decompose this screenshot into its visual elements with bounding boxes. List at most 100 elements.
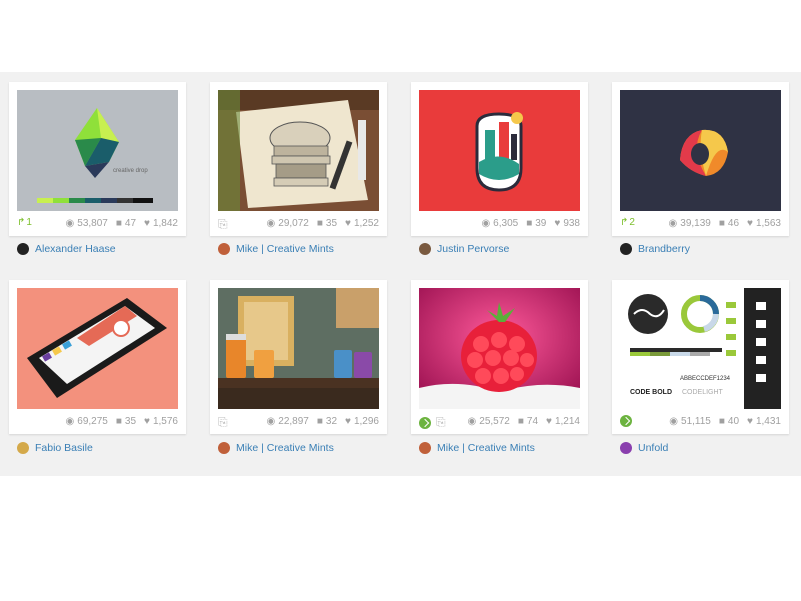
comment-icon: ■ xyxy=(316,416,323,427)
shot-author[interactable]: Justin Pervorse xyxy=(419,243,509,255)
avatar xyxy=(218,442,230,454)
rebound-icon[interactable] xyxy=(419,416,431,429)
link-icon[interactable]: ⎘ xyxy=(218,217,228,232)
comments-stat[interactable]: ■ 74 xyxy=(518,416,538,427)
svg-text:creative drop: creative drop xyxy=(113,168,148,174)
shot-meta: ⎘ ◉ 22,897 ■ 32 ♥ 1,296 xyxy=(210,410,387,434)
shot-author[interactable]: Fabio Basile xyxy=(17,442,93,454)
shot-meta: ⎘ ◉ 29,072 ■ 35 ♥ 1,252 xyxy=(210,212,387,236)
shot-author[interactable]: Unfold xyxy=(620,442,668,454)
raspberry-illustration xyxy=(419,288,580,409)
eye-icon: ◉ xyxy=(266,416,276,427)
shot-card[interactable]: ◉ 6,305 ■ 39 ♥ 938 xyxy=(411,82,588,236)
shot-card[interactable]: ↱ 2 ◉ 39,139 ■ 46 ♥ 1,563 xyxy=(612,82,789,236)
style-guide-illustration: ABBECCDEF1234 CODE BOLD CODELIGHT xyxy=(620,288,781,409)
shot-card[interactable]: ◉ 69,275 ■ 35 ♥ 1,576 xyxy=(9,280,186,434)
views-stat: ◉ 6,305 xyxy=(481,218,519,229)
shot-meta: ◉ 69,275 ■ 35 ♥ 1,576 xyxy=(9,410,186,434)
heart-icon: ♥ xyxy=(554,218,561,229)
avatar xyxy=(419,442,431,454)
avatar xyxy=(620,442,632,454)
rebound-icon[interactable] xyxy=(620,415,632,427)
avatar xyxy=(17,442,29,454)
likes-stat[interactable]: ♥ 1,431 xyxy=(747,416,781,427)
likes-stat[interactable]: ♥ 938 xyxy=(554,218,580,229)
heart-icon: ♥ xyxy=(345,416,351,427)
creative-drop-illustration: creative drop xyxy=(17,90,178,211)
shot-author[interactable]: Brandberry xyxy=(620,243,690,255)
avatar xyxy=(17,243,29,255)
comment-icon: ■ xyxy=(718,416,725,427)
shot-card[interactable]: ABBECCDEF1234 CODE BOLD CODELIGHT ◉ 51,11… xyxy=(612,280,789,434)
shot-meta: ◉ 6,305 ■ 39 ♥ 938 xyxy=(411,212,588,236)
svg-text:CODE BOLD: CODE BOLD xyxy=(630,389,672,396)
avatar xyxy=(620,243,632,255)
views-stat: ◉ 29,072 xyxy=(266,218,309,229)
shot-author[interactable]: Mike | Creative Mints xyxy=(218,243,334,255)
comments-stat[interactable]: ■ 39 xyxy=(526,218,546,229)
shot-card[interactable]: ⎘ ◉ 22,897 ■ 32 ♥ 1,296 xyxy=(210,280,387,434)
eye-icon: ◉ xyxy=(65,218,75,229)
rebound-icon: ↱ xyxy=(17,217,26,228)
shot-card[interactable]: creative drop ↱ 1 ◉ 53,807 ■ 47 ♥ 1,842 xyxy=(9,82,186,236)
shot-card[interactable]: ⎘ ◉ 25,572 ■ 74 ♥ 1,214 xyxy=(411,280,588,434)
eye-icon: ◉ xyxy=(668,218,678,229)
comment-icon: ■ xyxy=(115,416,122,427)
shot-author[interactable]: Alexander Haase xyxy=(17,243,116,255)
likes-stat[interactable]: ♥ 1,842 xyxy=(144,218,178,229)
comments-stat[interactable]: ■ 47 xyxy=(116,218,136,229)
shot-author[interactable]: Mike | Creative Mints xyxy=(419,442,535,454)
likes-stat[interactable]: ♥ 1,252 xyxy=(345,218,379,229)
shot-thumbnail[interactable] xyxy=(17,288,178,409)
city-badge-illustration xyxy=(419,90,580,211)
link-icon[interactable]: ⎘ xyxy=(218,415,228,430)
likes-stat[interactable]: ♥ 1,214 xyxy=(546,416,580,427)
brandberry-logo-illustration xyxy=(620,90,781,211)
shot-thumbnail[interactable] xyxy=(419,90,580,211)
likes-stat[interactable]: ♥ 1,563 xyxy=(747,218,781,229)
heart-icon: ♥ xyxy=(144,416,150,427)
views-stat: ◉ 25,572 xyxy=(467,416,510,427)
comments-stat[interactable]: ■ 40 xyxy=(719,416,739,427)
shot-meta: ⎘ ◉ 25,572 ■ 74 ♥ 1,214 xyxy=(411,410,588,434)
shot-thumbnail[interactable] xyxy=(218,90,379,211)
shot-meta: ↱ 1 ◉ 53,807 ■ 47 ♥ 1,842 xyxy=(9,212,186,236)
shelf-jars-illustration xyxy=(218,288,379,409)
shot-thumbnail[interactable] xyxy=(218,288,379,409)
shot-author[interactable]: Mike | Creative Mints xyxy=(218,442,334,454)
shot-thumbnail[interactable] xyxy=(419,288,580,409)
avatar xyxy=(419,243,431,255)
comment-icon: ■ xyxy=(115,218,122,229)
burger-sketch-illustration xyxy=(218,90,379,211)
shot-thumbnail[interactable]: ABBECCDEF1234 CODE BOLD CODELIGHT xyxy=(620,288,781,409)
phone-app-illustration xyxy=(17,288,178,409)
link-icon[interactable]: ⎘ xyxy=(436,415,446,430)
eye-icon: ◉ xyxy=(481,218,491,229)
likes-stat[interactable]: ♥ 1,576 xyxy=(144,416,178,427)
heart-icon: ♥ xyxy=(747,218,753,229)
rebound-icon: ↱ xyxy=(620,217,629,228)
comments-stat[interactable]: ■ 32 xyxy=(317,416,337,427)
shot-meta: ↱ 2 ◉ 39,139 ■ 46 ♥ 1,563 xyxy=(612,212,789,236)
comments-stat[interactable]: ■ 35 xyxy=(116,416,136,427)
shot-thumbnail[interactable] xyxy=(620,90,781,211)
eye-icon: ◉ xyxy=(65,416,75,427)
comment-icon: ■ xyxy=(718,218,725,229)
comments-stat[interactable]: ■ 46 xyxy=(719,218,739,229)
likes-stat[interactable]: ♥ 1,296 xyxy=(345,416,379,427)
rebound-count[interactable]: ↱ 1 xyxy=(17,217,32,228)
views-stat: ◉ 22,897 xyxy=(266,416,309,427)
views-stat: ◉ 69,275 xyxy=(65,416,108,427)
shot-thumbnail[interactable]: creative drop xyxy=(17,90,178,211)
eye-icon: ◉ xyxy=(669,416,679,427)
eye-icon: ◉ xyxy=(266,218,276,229)
heart-icon: ♥ xyxy=(546,416,552,427)
comments-stat[interactable]: ■ 35 xyxy=(317,218,337,229)
svg-text:ABBECCDEF1234: ABBECCDEF1234 xyxy=(680,376,731,382)
shot-card[interactable]: ⎘ ◉ 29,072 ■ 35 ♥ 1,252 xyxy=(210,82,387,236)
shot-meta: ◉ 51,115 ■ 40 ♥ 1,431 xyxy=(612,410,789,434)
svg-text:CODELIGHT: CODELIGHT xyxy=(682,389,724,396)
rebound-count[interactable]: ↱ 2 xyxy=(620,217,635,228)
avatar xyxy=(218,243,230,255)
heart-icon: ♥ xyxy=(345,218,351,229)
